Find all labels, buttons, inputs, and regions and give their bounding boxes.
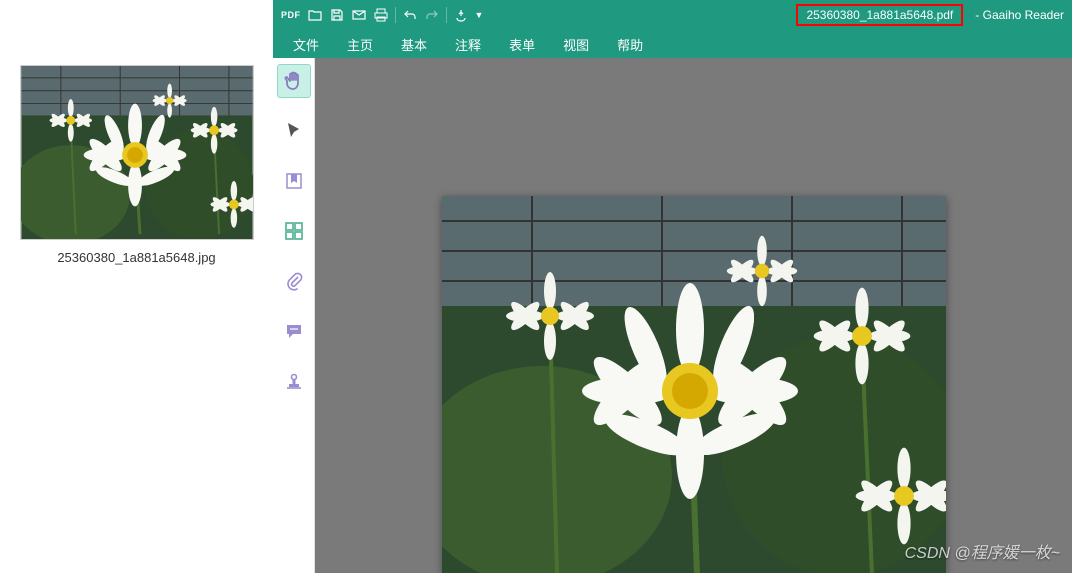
comment-icon (284, 321, 304, 341)
menu-annotate[interactable]: 注释 (441, 31, 495, 58)
save-icon[interactable] (329, 7, 345, 23)
file-thumbnail[interactable] (20, 65, 254, 240)
print-icon[interactable] (373, 7, 389, 23)
hand-tool-button[interactable] (277, 64, 311, 98)
page-image (442, 196, 946, 573)
menu-basic[interactable]: 基本 (387, 31, 441, 58)
open-folder-icon[interactable] (307, 7, 323, 23)
dropdown-caret-icon[interactable]: ▼ (475, 10, 484, 20)
thumbnail-image (21, 66, 253, 239)
undo-icon[interactable] (402, 7, 418, 23)
select-tool-button[interactable] (277, 114, 311, 148)
attachment-icon (284, 271, 304, 291)
stamp-icon (284, 371, 304, 391)
email-icon[interactable] (351, 7, 367, 23)
app-name-label: - Gaaiho Reader (975, 8, 1064, 22)
workspace: CSDN @程序媛一枚~ (273, 58, 1072, 573)
document-page (442, 196, 946, 573)
menu-forms[interactable]: 表单 (495, 31, 549, 58)
hand-icon (282, 69, 306, 93)
menu-help[interactable]: 帮助 (603, 31, 657, 58)
toolbar-separator (446, 7, 447, 23)
touch-icon[interactable] (453, 7, 469, 23)
menu-view[interactable]: 视图 (549, 31, 603, 58)
arrow-icon (284, 121, 304, 141)
redo-icon[interactable] (424, 7, 440, 23)
thumbnails-icon (284, 221, 304, 241)
file-explorer-panel: 25360380_1a881a5648.jpg (0, 0, 273, 573)
comment-tool-button[interactable] (277, 314, 311, 348)
pdf-badge: PDF (281, 10, 301, 20)
pdf-reader-window: PDF ▼ 25360380_1a881a5648.pdf - Gaaiho R… (273, 0, 1072, 573)
attachment-tool-button[interactable] (277, 264, 311, 298)
sidebar-tools (273, 58, 315, 573)
file-name-label: 25360380_1a881a5648.jpg (57, 250, 215, 265)
menu-file[interactable]: 文件 (279, 31, 333, 58)
menu-bar: 文件 主页 基本 注释 表单 视图 帮助 (273, 30, 1072, 58)
document-title: 25360380_1a881a5648.pdf (796, 4, 963, 26)
toolbar-separator (395, 7, 396, 23)
document-viewport[interactable]: CSDN @程序媛一枚~ (315, 58, 1072, 573)
thumbnails-tool-button[interactable] (277, 214, 311, 248)
bookmark-tool-button[interactable] (277, 164, 311, 198)
bookmark-icon (284, 171, 304, 191)
menu-home[interactable]: 主页 (333, 31, 387, 58)
title-bar: PDF ▼ 25360380_1a881a5648.pdf - Gaaiho R… (273, 0, 1072, 30)
stamp-tool-button[interactable] (277, 364, 311, 398)
